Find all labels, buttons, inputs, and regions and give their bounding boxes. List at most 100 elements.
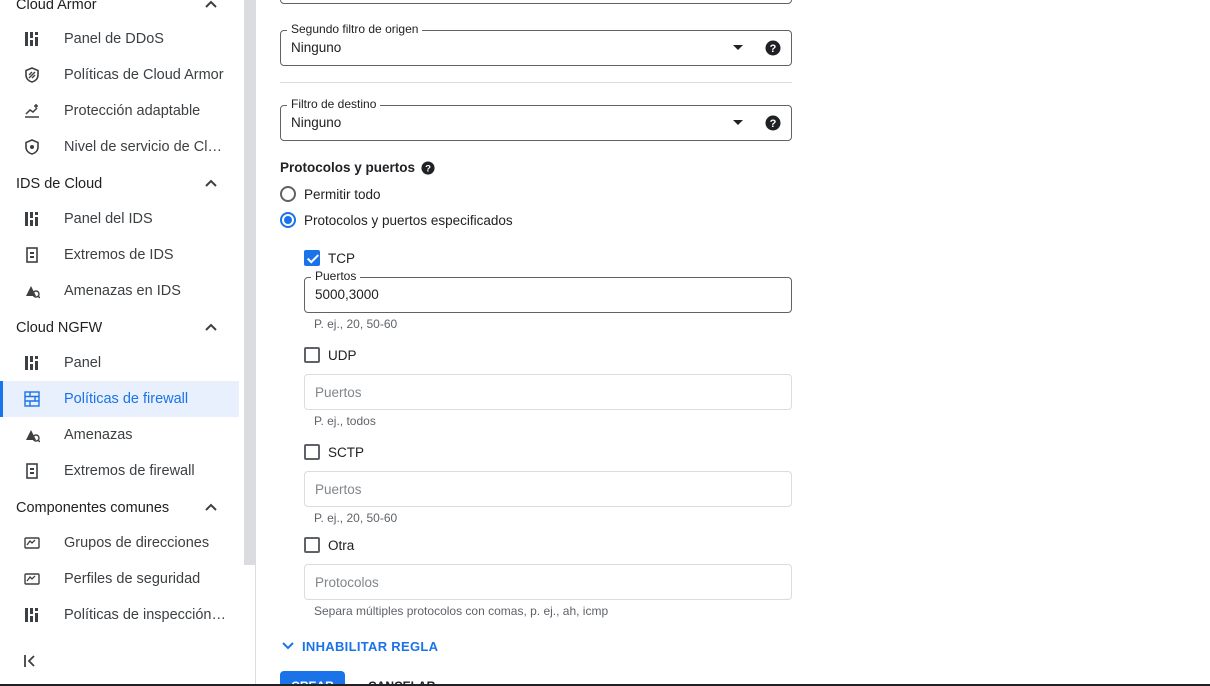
checkbox[interactable] (304, 537, 320, 553)
sidebar-item-label: Panel de DDoS (64, 31, 164, 47)
section-header-common-components[interactable]: Componentes comunes (0, 490, 240, 526)
sidebar-item-label: Políticas de firewall (64, 391, 189, 407)
field-label: Puertos (311, 269, 361, 283)
sidebar-item-cloud-armor-policies[interactable]: Políticas de Cloud Armor (0, 57, 239, 93)
section-title: IDS de Cloud (16, 176, 103, 192)
dropdown-arrow-icon[interactable] (733, 45, 743, 50)
sidebar-item-label: Amenazas en IDS (64, 283, 181, 299)
radio-label: Permitir todo (304, 186, 381, 202)
security-profile-icon (24, 573, 40, 585)
other-hint: Separa múltiples protocolos con comas, p… (314, 604, 609, 618)
checkbox-label: Otra (328, 537, 355, 553)
toggle-label: INHABILITAR REGLA (302, 638, 439, 654)
sidebar-item-label: Panel del IDS (64, 211, 153, 227)
sidebar-item-firewall-policies[interactable]: Políticas de firewall (0, 381, 239, 417)
section-header-cloud-ngfw[interactable]: Cloud NGFW (0, 310, 240, 346)
section-header-cloud-armor[interactable]: Cloud Armor (0, 0, 240, 23)
placeholder: Puertos (315, 482, 362, 497)
sidebar: Cloud Armor Panel de DDoS Políticas de C… (0, 0, 256, 686)
help-icon[interactable]: ? (765, 40, 781, 56)
checkbox-label: SCTP (328, 444, 365, 460)
second-source-filter-select[interactable]: Segundo filtro de origen Ninguno ? (280, 22, 792, 66)
chevron-down-icon (282, 642, 294, 650)
sctp-checkbox[interactable]: SCTP (304, 444, 364, 460)
checkbox[interactable] (304, 347, 320, 363)
udp-checkbox[interactable]: UDP (304, 347, 357, 363)
checkbox-label: UDP (328, 347, 357, 363)
svg-text:?: ? (770, 43, 777, 55)
sidebar-item-label: Amenazas (64, 427, 133, 443)
sidebar-item-label: Políticas de Cloud Armor (64, 67, 224, 83)
tcp-checkbox[interactable]: TCP (304, 250, 355, 266)
disable-rule-toggle[interactable]: INHABILITAR REGLA (280, 638, 438, 654)
sidebar-item-ngfw-panel[interactable]: Panel (0, 345, 239, 381)
dashboard-icon (25, 212, 38, 226)
sidebar-item-label: Protección adaptable (64, 103, 201, 119)
divider (280, 82, 792, 83)
destination-filter-select[interactable]: Filtro de destino Ninguno ? (280, 97, 792, 141)
sidebar-item-label: Políticas de inspección TLS (64, 607, 226, 623)
placeholder: Protocolos (315, 575, 379, 590)
radio-allow-all[interactable]: Permitir todo (280, 186, 381, 202)
sctp-hint: P. ej., 20, 50-60 (314, 511, 398, 525)
previous-field[interactable] (280, 0, 792, 4)
other-protocols-input[interactable]: Protocolos (304, 564, 792, 600)
sidebar-item-ids-endpoints[interactable]: Extremos de IDS (0, 237, 239, 273)
sidebar-item-firewall-endpoints[interactable]: Extremos de firewall (0, 453, 239, 489)
radio-label: Protocolos y puertos especificados (304, 212, 513, 228)
threat-icon (26, 430, 40, 443)
section-title-text: Protocolos y puertos (280, 160, 416, 175)
checkbox[interactable] (304, 250, 320, 266)
field-label: Filtro de destino (287, 97, 381, 111)
sidebar-item-address-groups[interactable]: Grupos de direcciones (0, 525, 239, 561)
sidebar-item-ngfw-threats[interactable]: Amenazas (0, 417, 239, 453)
udp-ports-input[interactable]: Puertos (304, 374, 792, 410)
shield-icon (25, 139, 39, 155)
checkbox-label: TCP (328, 250, 355, 266)
dashboard-icon (25, 32, 38, 46)
sidebar-item-label: Extremos de IDS (64, 247, 174, 263)
checkbox[interactable] (304, 444, 320, 460)
field-label: Segundo filtro de origen (287, 22, 423, 36)
sctp-ports-input[interactable]: Puertos (304, 471, 792, 507)
firewall-rule-form: Segundo filtro de origen Ninguno ? Filtr… (256, 0, 1210, 686)
chevron-up-icon (205, 323, 217, 331)
sidebar-item-adaptive-protection[interactable]: Protección adaptable (0, 93, 239, 129)
adaptive-chart-icon (25, 104, 39, 118)
field-value: Ninguno (291, 115, 342, 130)
sidebar-item-security-profiles[interactable]: Perfiles de seguridad (0, 561, 239, 597)
section-header-cloud-ids[interactable]: IDS de Cloud (0, 166, 240, 202)
sidebar-scrollbar[interactable] (244, 0, 255, 565)
tcp-hint: P. ej., 20, 50-60 (314, 317, 398, 331)
udp-hint: P. ej., todos (314, 414, 376, 428)
radio-button[interactable] (280, 212, 296, 228)
help-icon[interactable]: ? (421, 160, 435, 175)
chevron-up-icon (205, 179, 217, 187)
collapse-sidebar-icon[interactable] (22, 652, 40, 670)
shield-policy-icon (25, 67, 39, 83)
field-value: Ninguno (291, 40, 342, 55)
address-group-icon (24, 537, 40, 549)
sidebar-item-ddos-panel[interactable]: Panel de DDoS (0, 21, 239, 57)
sidebar-item-ids-panel[interactable]: Panel del IDS (0, 201, 239, 237)
dashboard-icon (25, 608, 38, 622)
sidebar-item-tls-inspection[interactable]: Políticas de inspección TLS (0, 597, 239, 633)
radio-specified-protocols[interactable]: Protocolos y puertos especificados (280, 212, 513, 228)
radio-button[interactable] (280, 186, 296, 202)
svg-text:?: ? (770, 118, 777, 130)
section-title: Componentes comunes (16, 500, 170, 516)
firewall-icon (24, 391, 40, 407)
sidebar-item-cloud-armor-tier[interactable]: Nivel de servicio de Cloud Armor (0, 129, 239, 165)
sidebar-item-label: Grupos de direcciones (64, 535, 210, 551)
placeholder: Puertos (315, 385, 362, 400)
dashboard-icon (25, 356, 38, 370)
sidebar-item-label: Panel (64, 355, 102, 371)
help-icon[interactable]: ? (765, 115, 781, 131)
dropdown-arrow-icon[interactable] (733, 120, 743, 125)
threat-icon (26, 286, 40, 299)
sidebar-item-ids-threats[interactable]: Amenazas en IDS (0, 273, 239, 309)
endpoint-icon (26, 247, 38, 263)
other-checkbox[interactable]: Otra (304, 537, 354, 553)
sidebar-item-label: Nivel de servicio de Cloud Armor (64, 139, 226, 155)
tcp-ports-input[interactable]: Puertos 5000,3000 (304, 269, 792, 313)
